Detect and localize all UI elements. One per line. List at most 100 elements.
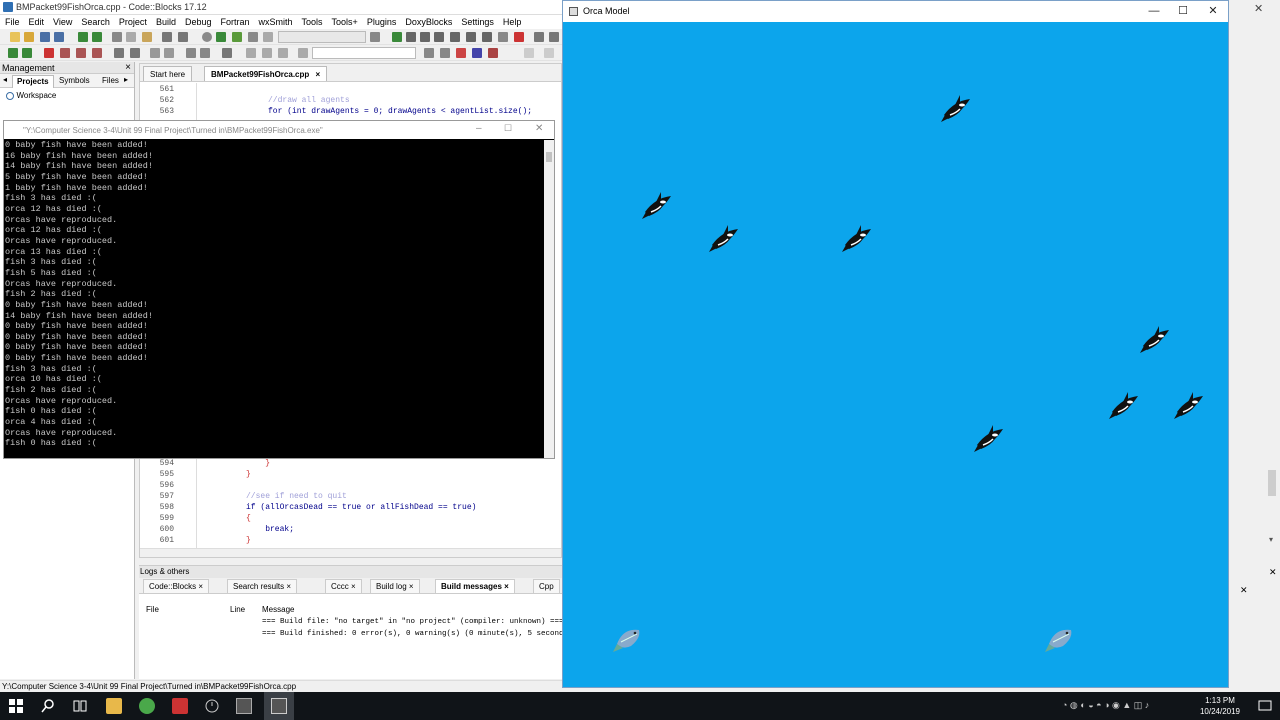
orca-maximize-button[interactable]: ☐ xyxy=(1170,4,1196,18)
menu-view[interactable]: View xyxy=(53,15,72,29)
console-minimize-button[interactable]: – xyxy=(476,123,482,134)
code-line[interactable]: 596 xyxy=(140,480,561,491)
regex-icon[interactable] xyxy=(472,48,482,58)
task-view-icon[interactable] xyxy=(72,698,88,714)
code-line[interactable]: 594 } xyxy=(140,458,561,469)
doxy-config-icon[interactable] xyxy=(222,48,232,58)
search-prev-icon[interactable] xyxy=(424,48,434,58)
stop-debugger-icon[interactable] xyxy=(514,32,524,42)
tab-projects[interactable]: Projects xyxy=(12,75,54,88)
codeblocks-taskbar-icon[interactable] xyxy=(172,698,188,714)
column-line[interactable]: Line xyxy=(230,605,245,614)
step-out-icon[interactable] xyxy=(450,32,460,42)
menu-plugins[interactable]: Plugins xyxy=(367,15,397,29)
column-file[interactable]: File xyxy=(146,605,159,614)
console-scrollbar[interactable] xyxy=(544,140,554,458)
tab-files[interactable]: Files xyxy=(98,75,123,88)
simulation-canvas[interactable] xyxy=(563,22,1228,687)
background-logs-close-icon[interactable]: ✕ xyxy=(1269,567,1277,578)
tab-source-file[interactable]: BMPacket99FishOrca.cpp × xyxy=(204,66,328,81)
doxy-wizard-icon[interactable] xyxy=(200,48,210,58)
tab-build-messages[interactable]: Build messages × xyxy=(435,579,515,594)
orca-minimize-button[interactable]: — xyxy=(1141,4,1167,18)
paste-icon[interactable] xyxy=(142,32,152,42)
menu-tools[interactable]: Tools xyxy=(302,15,323,29)
doxy-extract-icon[interactable] xyxy=(186,48,196,58)
menu-doxyblocks[interactable]: DoxyBlocks xyxy=(405,15,452,29)
search-next-icon[interactable] xyxy=(440,48,450,58)
menu-fortran[interactable]: Fortran xyxy=(220,15,249,29)
select-icon[interactable] xyxy=(524,48,534,58)
file-explorer-icon[interactable] xyxy=(106,698,122,714)
console-scroll-thumb[interactable] xyxy=(546,152,552,162)
tray-icons[interactable]: ◔ ◍ ◐ ◒ ◓ ◑ ◉ ▲ ◫ ♪ xyxy=(1062,700,1149,711)
close-icon[interactable]: × xyxy=(351,582,356,591)
close-icon[interactable]: × xyxy=(409,582,414,591)
clear-search-icon[interactable] xyxy=(488,48,498,58)
edit-shape-icon[interactable] xyxy=(544,48,554,58)
close-icon[interactable]: × xyxy=(286,582,291,591)
menu-tools-plus[interactable]: Tools+ xyxy=(332,15,358,29)
code-line[interactable]: 599 { xyxy=(140,513,561,524)
tab-close-icon[interactable]: × xyxy=(316,70,321,79)
console-maximize-button[interactable]: ☐ xyxy=(504,123,512,134)
redo-icon[interactable] xyxy=(92,32,102,42)
menu-wxsmith[interactable]: wxSmith xyxy=(259,15,293,29)
clock-app-icon[interactable] xyxy=(204,698,220,714)
debug-info-icon[interactable] xyxy=(549,32,559,42)
workspace-item[interactable]: Workspace xyxy=(0,88,134,102)
undo-icon[interactable] xyxy=(78,32,88,42)
tab-cccc[interactable]: Cccc × xyxy=(325,579,362,594)
find-icon[interactable] xyxy=(162,32,172,42)
editor-horizontal-scrollbar[interactable] xyxy=(140,548,561,557)
new-file-icon[interactable] xyxy=(10,32,20,42)
column-message[interactable]: Message xyxy=(262,605,294,614)
menu-settings[interactable]: Settings xyxy=(461,15,494,29)
clear-bookmarks-icon[interactable] xyxy=(92,48,102,58)
code-line[interactable]: 563 for (int drawAgents = 0; drawAgents <… xyxy=(140,106,561,117)
jump-back-icon[interactable] xyxy=(8,48,18,58)
build-message[interactable]: === Build file: "no target" in "no proje… xyxy=(262,618,564,626)
menu-build[interactable]: Build xyxy=(156,15,176,29)
match-case-icon[interactable] xyxy=(456,48,466,58)
menu-file[interactable]: File xyxy=(5,15,20,29)
next-bookmark-icon[interactable] xyxy=(76,48,86,58)
highlight-icon[interactable] xyxy=(278,48,288,58)
orca-taskbar-button[interactable] xyxy=(264,692,294,720)
tab-search-results[interactable]: Search results × xyxy=(227,579,298,594)
code-line[interactable]: 598 if (allOrcasDead == true or allFishDe… xyxy=(140,502,561,513)
function-scope-select[interactable] xyxy=(312,47,416,59)
build-target-select[interactable] xyxy=(278,31,366,43)
next-line-icon[interactable] xyxy=(420,32,430,42)
tab-scroll-left-icon[interactable]: ◂ xyxy=(3,75,7,84)
menu-search[interactable]: Search xyxy=(81,15,110,29)
save-icon[interactable] xyxy=(40,32,50,42)
debug-windows-icon[interactable] xyxy=(534,32,544,42)
break-debugger-icon[interactable] xyxy=(498,32,508,42)
code-line[interactable]: 562 //draw all agents xyxy=(140,95,561,106)
step-into-icon[interactable] xyxy=(434,32,444,42)
toggle-bookmark-icon[interactable] xyxy=(44,48,54,58)
open-file-icon[interactable] xyxy=(24,32,34,42)
chrome-icon[interactable] xyxy=(139,698,155,714)
run-to-cursor-icon[interactable] xyxy=(406,32,416,42)
copy-icon[interactable] xyxy=(126,32,136,42)
code-line[interactable]: 601} xyxy=(140,535,561,546)
doxy-block-icon[interactable] xyxy=(150,48,160,58)
close-icon[interactable]: × xyxy=(504,582,509,591)
tab-scroll-right-icon[interactable]: ▸ xyxy=(124,75,128,84)
nav-forward-icon[interactable] xyxy=(262,48,272,58)
code-line[interactable]: 597 //see if need to quit xyxy=(140,491,561,502)
tab-symbols[interactable]: Symbols xyxy=(55,75,94,88)
uncomment-icon[interactable] xyxy=(130,48,140,58)
menu-debug[interactable]: Debug xyxy=(185,15,212,29)
build-message[interactable]: === Build finished: 0 error(s), 0 warnin… xyxy=(262,630,600,638)
console-close-button[interactable]: ✕ xyxy=(535,123,543,134)
comment-icon[interactable] xyxy=(114,48,124,58)
console-taskbar-icon[interactable] xyxy=(236,698,252,714)
debug-run-icon[interactable] xyxy=(392,32,402,42)
build-run-icon[interactable] xyxy=(232,32,242,42)
tab-start-here[interactable]: Start here xyxy=(143,66,193,81)
scroll-down-icon[interactable]: ▾ xyxy=(1269,535,1273,544)
code-line[interactable]: 600 break; xyxy=(140,524,561,535)
